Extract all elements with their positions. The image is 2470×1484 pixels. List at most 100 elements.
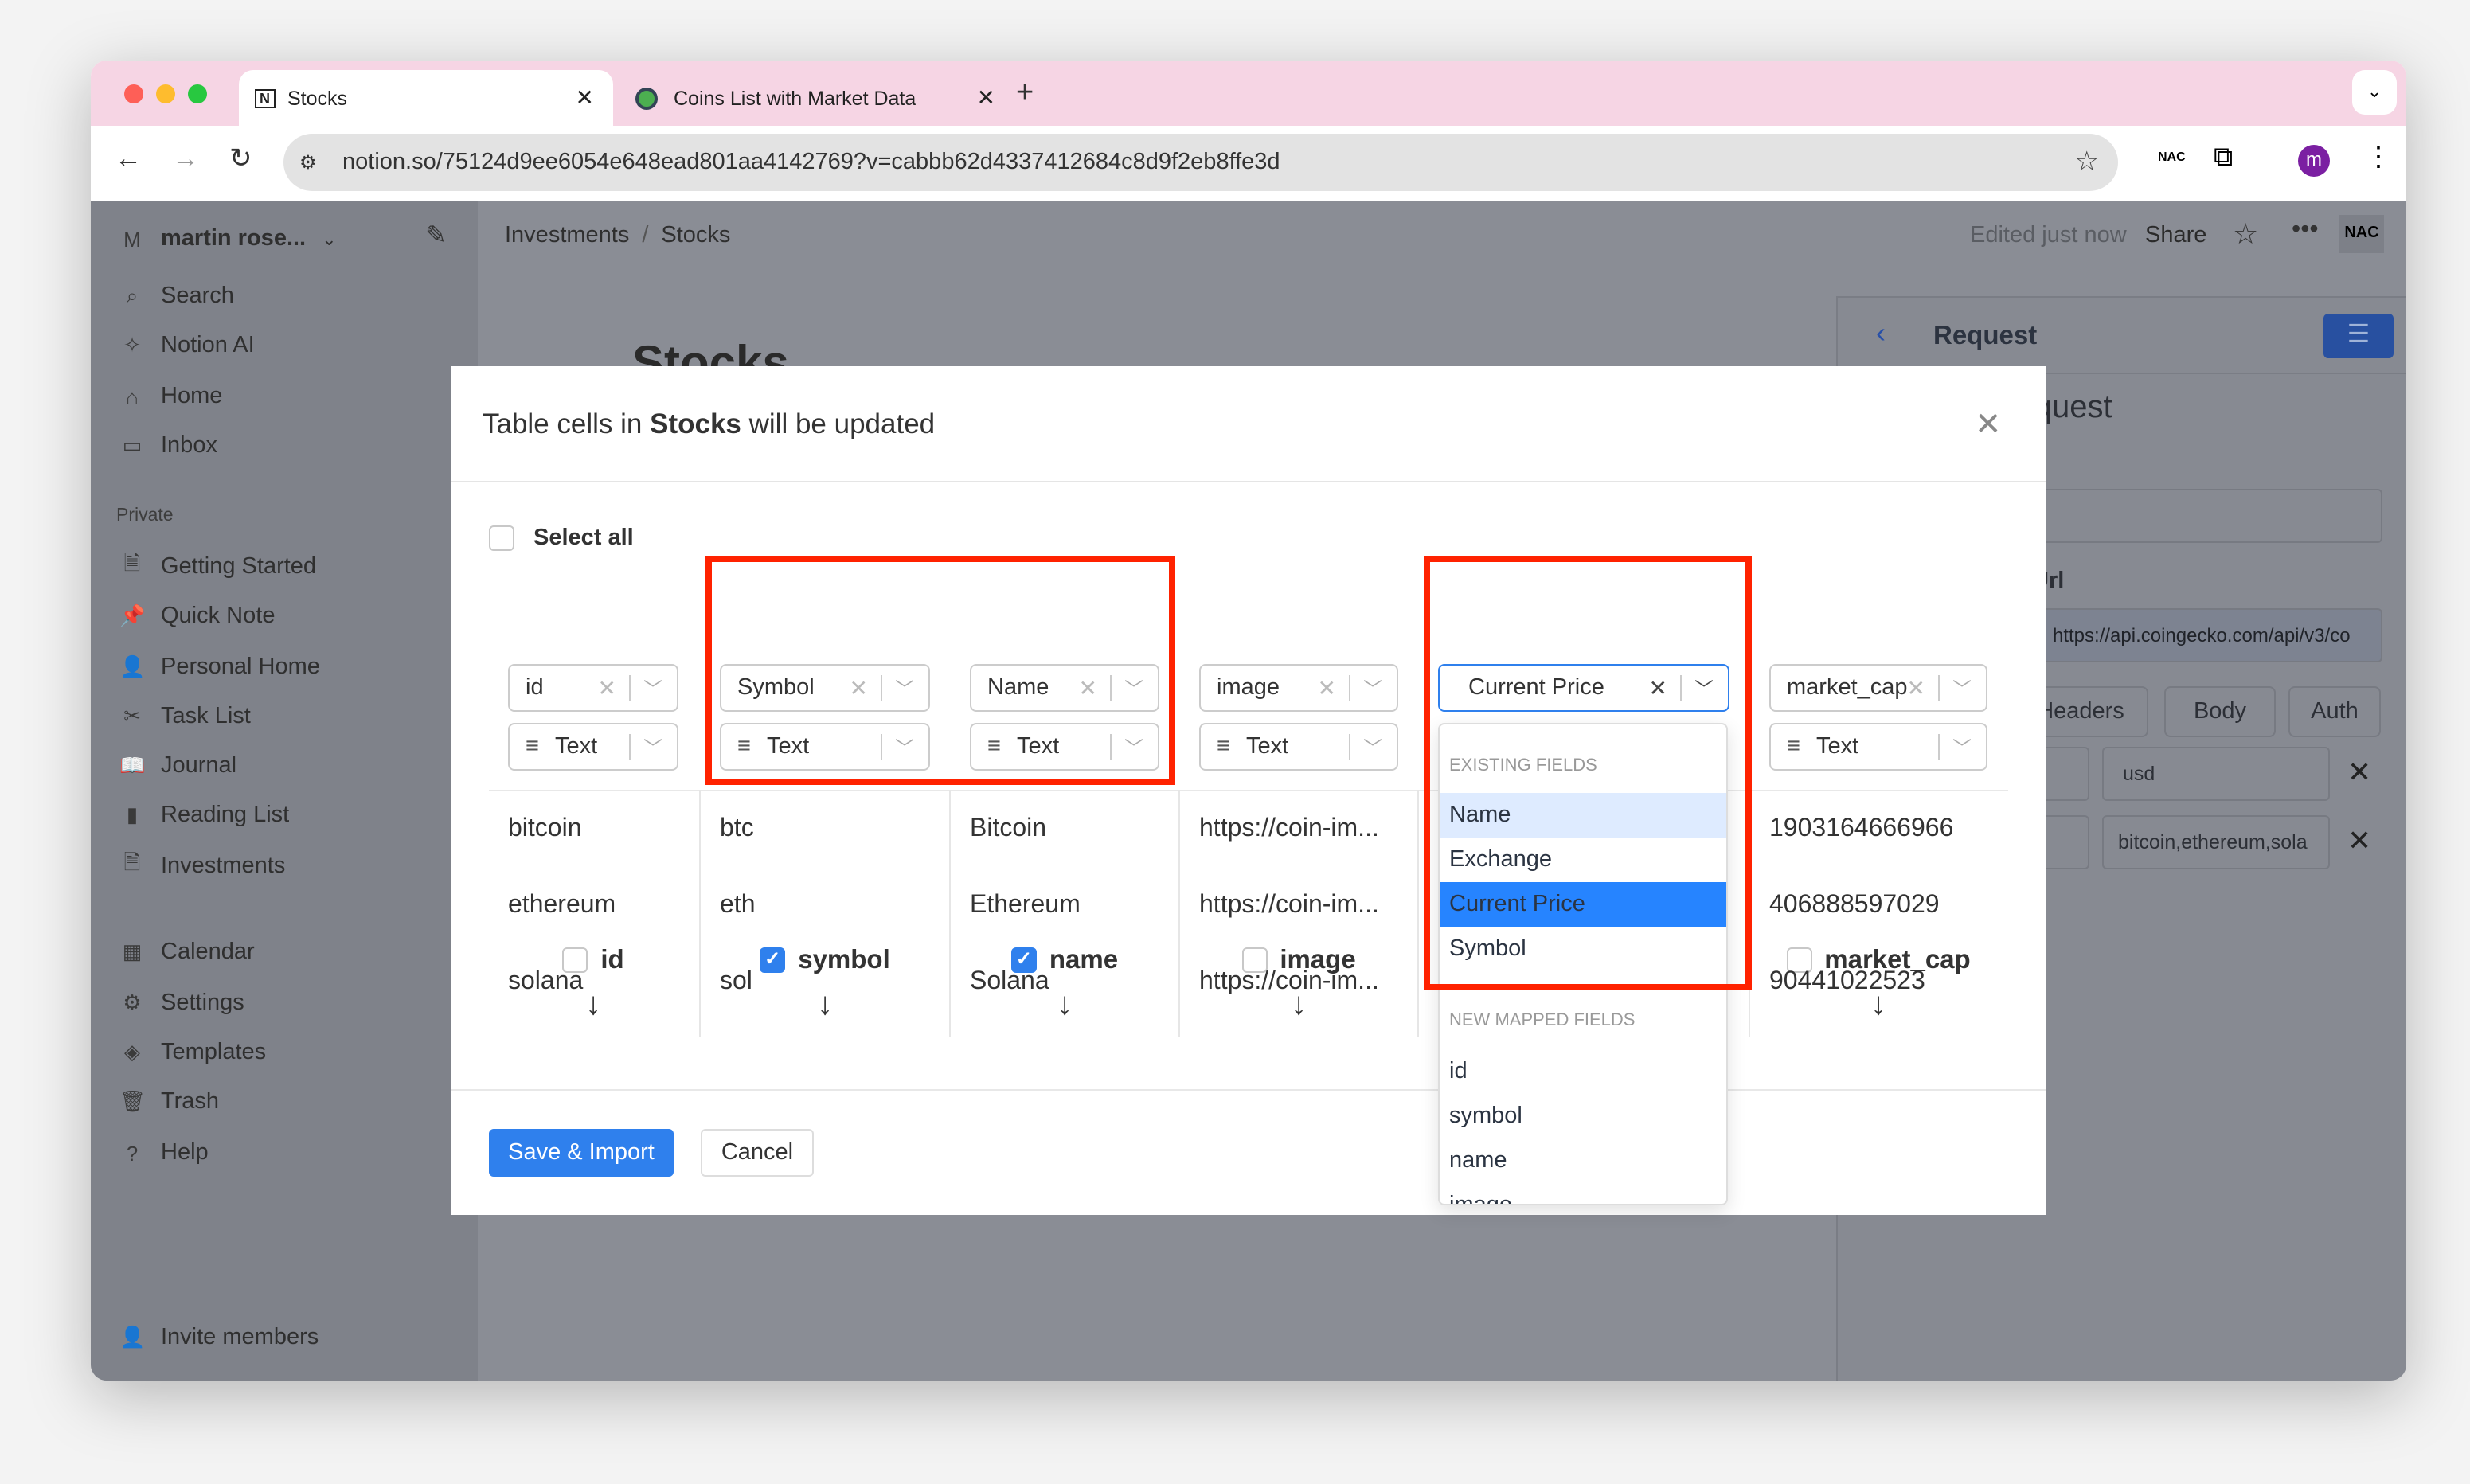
sidebar-item-quick-note[interactable]: 📌 Quick Note — [119, 597, 275, 635]
chevron-down-icon[interactable]: ﹀ — [1363, 734, 1382, 761]
new-tab-button[interactable]: + — [1016, 76, 1034, 111]
extensions-icon[interactable]: ⧉ — [2214, 142, 2233, 174]
new-page-icon[interactable]: ✎ — [425, 220, 447, 252]
highlight-box-current-price — [1424, 556, 1752, 990]
text-type-icon: ≡ — [1787, 734, 1800, 760]
sidebar-item-getting-started[interactable]: 🗎 Getting Started — [119, 548, 317, 586]
workspace-name: martin rose... — [161, 226, 307, 252]
chevron-down-icon[interactable]: ﹀ — [1952, 734, 1972, 761]
label: Search — [161, 283, 234, 309]
field-select[interactable]: market_cap ✕ ﹀ — [1769, 664, 1987, 712]
clear-icon[interactable]: ✕ — [598, 674, 616, 701]
nac-extension-icon[interactable]: NAC — [2158, 150, 2186, 164]
invite-members-button[interactable]: 👤 Invite members — [119, 1318, 319, 1357]
clear-icon[interactable]: ✕ — [1318, 674, 1336, 701]
menu-icon[interactable]: ⋮ — [2365, 142, 2392, 174]
favorite-star-icon[interactable]: ☆ — [2233, 218, 2258, 252]
remove-param-icon[interactable]: ✕ — [2347, 825, 2371, 858]
sidebar-item-templates[interactable]: ◈ Templates — [119, 1033, 266, 1072]
type-select[interactable]: ≡ Text ﹀ — [1199, 723, 1398, 771]
sidebar-item-help[interactable]: ? Help — [119, 1134, 209, 1172]
site-info-icon[interactable]: ⚙ — [299, 151, 317, 174]
maximize-window-button[interactable] — [188, 84, 207, 103]
nac-button[interactable]: NAC — [2339, 215, 2384, 253]
chevron-down-icon[interactable]: ﹀ — [643, 675, 662, 702]
column-checkbox[interactable]: ✓ — [760, 947, 786, 973]
table-cell: https://coin-im... — [1199, 968, 1379, 995]
dropdown-option-id[interactable]: id — [1440, 1049, 1726, 1094]
forward-button[interactable]: → — [172, 143, 199, 175]
globe-icon — [635, 87, 658, 109]
back-chevron-icon[interactable]: ‹ — [1876, 317, 1886, 350]
chevron-down-icon[interactable]: ﹀ — [1363, 675, 1382, 702]
tab-coins-list[interactable]: Coins List with Market Data ✕ — [632, 70, 999, 126]
breadcrumb-investments[interactable]: Investments — [505, 223, 629, 248]
url-input[interactable]: ⚙ notion.so/75124d9ee6054e648ead801aa414… — [283, 134, 2118, 191]
request-title: Request — [1933, 322, 2038, 350]
sidebar-item-home[interactable]: ⌂ Home — [119, 377, 222, 416]
tab-search-button[interactable]: ⌄ — [2352, 70, 2397, 115]
tab-body[interactable]: Body — [2164, 686, 2276, 737]
templates-icon: ◈ — [124, 1040, 140, 1064]
remove-param-icon[interactable]: ✕ — [2347, 756, 2371, 790]
page-icon: 🗎 — [123, 551, 141, 575]
workspace-switcher[interactable]: M martin rose... ⌄ — [119, 220, 336, 258]
sidebar-item-reading-list[interactable]: ▮ Reading List — [119, 796, 289, 834]
dropdown-option-name-new[interactable]: name — [1440, 1138, 1726, 1183]
field-select-value: image — [1217, 675, 1280, 701]
table-cell: btc — [720, 815, 754, 842]
sidebar-item-notion-ai[interactable]: ✧ Notion AI — [119, 326, 255, 365]
share-button[interactable]: Share — [2145, 223, 2206, 248]
back-button[interactable]: ← — [115, 143, 142, 175]
more-options-icon[interactable]: ••• — [2292, 217, 2319, 245]
field-select[interactable]: image ✕ ﹀ — [1199, 664, 1398, 712]
sidebar-item-settings[interactable]: ⚙ Settings — [119, 984, 244, 1022]
table-cell: https://coin-im... — [1199, 815, 1379, 842]
sidebar-item-task-list[interactable]: ✂ Task List — [119, 697, 251, 736]
chevron-down-icon[interactable]: ﹀ — [1952, 675, 1972, 702]
dropdown-option-image[interactable]: image — [1440, 1183, 1726, 1204]
close-window-button[interactable] — [124, 84, 143, 103]
sidebar-item-trash[interactable]: 🗑 Trash — [119, 1083, 219, 1121]
home-icon: ⌂ — [126, 385, 139, 408]
table-cell: bitcoin — [508, 815, 582, 842]
calendar-icon: ▦ — [122, 939, 143, 963]
type-select[interactable]: ≡ Text ﹀ — [1769, 723, 1987, 771]
save-import-button[interactable]: Save & Import — [489, 1129, 674, 1177]
close-tab-icon[interactable]: ✕ — [576, 84, 594, 111]
tab-stocks[interactable]: N Stocks ✕ — [239, 70, 613, 126]
reload-button[interactable]: ↻ — [229, 143, 252, 175]
field-select[interactable]: id ✕ ﹀ — [508, 664, 678, 712]
bookmark-star-icon[interactable]: ☆ — [2075, 146, 2100, 178]
dropdown-option-symbol-new[interactable]: symbol — [1440, 1094, 1726, 1138]
sidebar-item-search[interactable]: ⌕ Search — [119, 277, 234, 315]
sidebar-item-inbox[interactable]: ▭ Inbox — [119, 427, 217, 465]
tab-auth[interactable]: Auth — [2288, 686, 2381, 737]
close-tab-icon[interactable]: ✕ — [977, 84, 995, 111]
search-icon: ⌕ — [126, 283, 139, 307]
type-select[interactable]: ≡ Text ﹀ — [508, 723, 678, 771]
chevron-down-icon[interactable]: ﹀ — [643, 734, 662, 761]
sidebar-item-calendar[interactable]: ▦ Calendar — [119, 933, 255, 971]
label: Inbox — [161, 433, 217, 459]
label: Reading List — [161, 803, 290, 828]
sidebar-item-personal-home[interactable]: 👤 Personal Home — [119, 648, 320, 686]
close-dialog-icon[interactable]: ✕ — [1975, 404, 2002, 444]
cancel-button[interactable]: Cancel — [701, 1129, 814, 1177]
sidebar-item-investments[interactable]: 🗎 Investments — [119, 847, 286, 885]
profile-avatar[interactable]: m — [2298, 145, 2330, 177]
param-value-input[interactable]: usd — [2102, 747, 2330, 801]
sidebar-item-journal[interactable]: 📖 Journal — [119, 747, 236, 785]
table-cell: https://coin-im... — [1199, 892, 1379, 919]
label: Home — [161, 384, 223, 409]
hamburger-menu-button[interactable]: ☰ — [2323, 314, 2394, 358]
clear-icon[interactable]: ✕ — [1907, 674, 1925, 701]
type-select-value: Text — [554, 734, 598, 760]
minimize-window-button[interactable] — [156, 84, 175, 103]
breadcrumb-stocks[interactable]: Stocks — [661, 223, 730, 248]
table-cell: Ethereum — [970, 892, 1081, 919]
param-value-input[interactable]: bitcoin,ethereum,sola — [2102, 815, 2330, 869]
checkbox[interactable] — [489, 525, 514, 551]
select-all-checkbox[interactable]: Select all — [489, 525, 634, 551]
pin-icon: 📌 — [119, 603, 146, 627]
